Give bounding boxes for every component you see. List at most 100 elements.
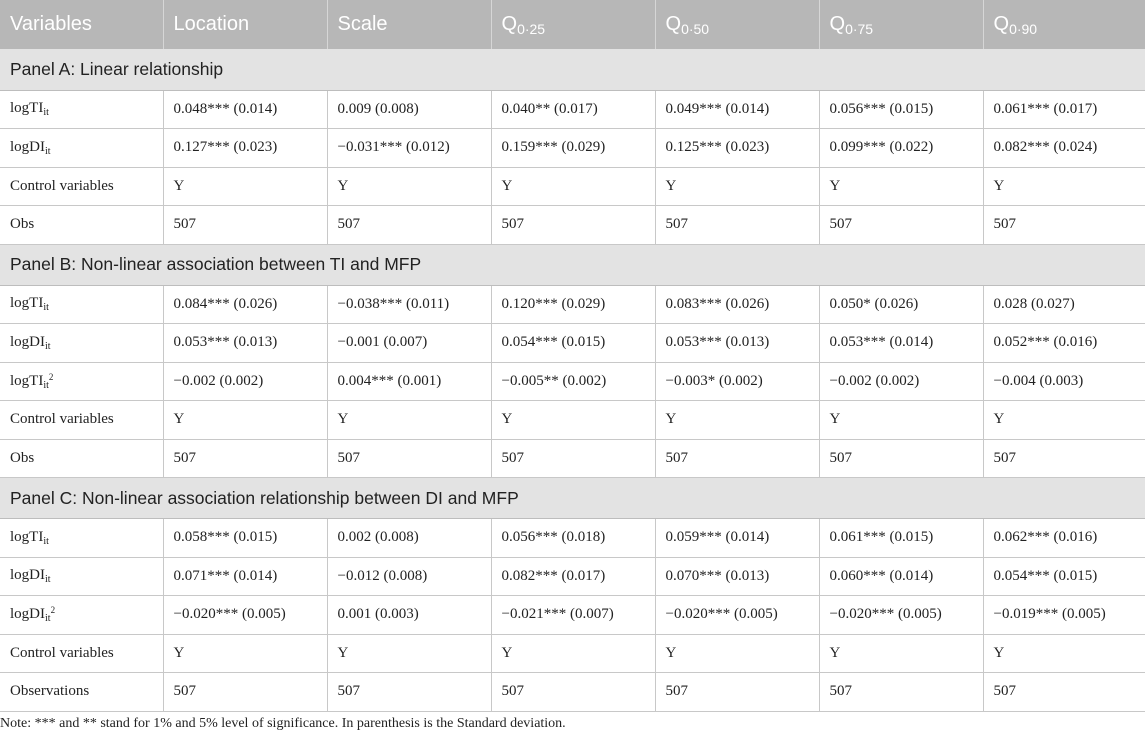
table-cell: 507 — [163, 205, 328, 245]
row-label-logti-squared: logTIit2 — [0, 362, 164, 401]
table-cell: Y — [327, 634, 492, 673]
table-cell: 0.125*** (0.023) — [655, 128, 820, 168]
table-cell: −0.004 (0.003) — [983, 362, 1145, 401]
table-cell: 507 — [327, 439, 492, 478]
row-label-obs: Obs — [0, 439, 164, 478]
q-subscript: 0·50 — [681, 20, 710, 37]
table-cell: Y — [655, 400, 820, 440]
table-cell: 507 — [983, 205, 1145, 245]
table-cell: −0.038*** (0.011) — [327, 285, 492, 324]
table-row-obs: Obs 507 507 507 507 507 507 — [0, 439, 1145, 478]
table-cell: 0.084*** (0.026) — [163, 285, 328, 324]
table-cell: 507 — [327, 205, 492, 245]
q-label: Q — [501, 12, 518, 35]
row-label-logdi: logDIit — [0, 128, 164, 168]
table-cell: 507 — [819, 439, 984, 478]
col-header-q50: Q0·50 — [655, 0, 820, 49]
row-label-logti: logTIit — [0, 285, 164, 324]
table-cell: 507 — [491, 205, 656, 245]
table-cell: Y — [819, 400, 984, 440]
table-cell: 0.048*** (0.014) — [163, 90, 328, 129]
header-row: Variables Location Scale Q0·25 Q0·50 Q0·… — [0, 0, 1145, 49]
table-cell: 0.082*** (0.024) — [983, 128, 1145, 168]
row-label-logti: logTIit — [0, 90, 164, 129]
table-row-logti: logTIit 0.084*** (0.026) −0.038*** (0.01… — [0, 285, 1145, 324]
table-cell: 0.099*** (0.022) — [819, 128, 984, 168]
results-table: Variables Location Scale Q0·25 Q0·50 Q0·… — [0, 0, 1145, 712]
col-header-variables: Variables — [0, 0, 164, 49]
col-header-scale: Scale — [327, 0, 492, 49]
table-cell: 0.050* (0.026) — [819, 285, 984, 324]
table-cell: 0.009 (0.008) — [327, 90, 492, 129]
col-header-q90: Q0·90 — [983, 0, 1145, 49]
q-subscript: 0·75 — [845, 20, 874, 37]
table-cell: 507 — [655, 672, 820, 712]
col-header-q75: Q0·75 — [819, 0, 984, 49]
table-cell: −0.012 (0.008) — [327, 557, 492, 596]
q-label: Q — [829, 12, 846, 35]
table-cell: 0.127*** (0.023) — [163, 128, 328, 168]
table-row-control: Control variables Y Y Y Y Y Y — [0, 634, 1145, 673]
table-cell: −0.020*** (0.005) — [163, 595, 328, 635]
row-label-logdi-squared: logDIit2 — [0, 595, 164, 635]
panel-title: Panel B: Non-linear association between … — [0, 244, 1145, 286]
table-row-logti: logTIit 0.048*** (0.014) 0.009 (0.008) 0… — [0, 90, 1145, 129]
table-cell: 0.052*** (0.016) — [983, 323, 1145, 363]
table-cell: −0.002 (0.002) — [163, 362, 328, 401]
row-label-logti: logTIit — [0, 518, 164, 558]
table-cell: 0.001 (0.003) — [327, 595, 492, 635]
row-label-logdi: logDIit — [0, 557, 164, 596]
table-cell: 507 — [983, 439, 1145, 478]
table-cell: Y — [983, 167, 1145, 206]
row-label-control: Control variables — [0, 634, 164, 673]
table-cell: 0.082*** (0.017) — [491, 557, 656, 596]
table-note: Note: *** and ** stand for 1% and 5% lev… — [0, 716, 566, 731]
table-cell: 507 — [983, 672, 1145, 712]
panel-title: Panel A: Linear relationship — [0, 49, 1145, 91]
table-cell: 0.058*** (0.015) — [163, 518, 328, 558]
table-cell: 0.053*** (0.013) — [655, 323, 820, 363]
table-cell: Y — [983, 634, 1145, 673]
table-cell: −0.019*** (0.005) — [983, 595, 1145, 635]
table-row-logdi: logDIit 0.071*** (0.014) −0.012 (0.008) … — [0, 557, 1145, 596]
table-row-logdi: logDIit 0.053*** (0.013) −0.001 (0.007) … — [0, 323, 1145, 363]
table-cell: 0.062*** (0.016) — [983, 518, 1145, 558]
row-label-control: Control variables — [0, 400, 164, 440]
table-cell: 0.002 (0.008) — [327, 518, 492, 558]
table-cell: 0.071*** (0.014) — [163, 557, 328, 596]
table-cell: 0.159*** (0.029) — [491, 128, 656, 168]
table-cell: −0.003* (0.002) — [655, 362, 820, 401]
table-row-observations: Observations 507 507 507 507 507 507 — [0, 672, 1145, 712]
table-row-logdi: logDIit 0.127*** (0.023) −0.031*** (0.01… — [0, 128, 1145, 168]
row-label-logdi: logDIit — [0, 323, 164, 363]
table-cell: Y — [819, 634, 984, 673]
table-cell: Y — [327, 400, 492, 440]
table-cell: 0.120*** (0.029) — [491, 285, 656, 324]
table-cell: 0.049*** (0.014) — [655, 90, 820, 129]
table-cell: −0.031*** (0.012) — [327, 128, 492, 168]
table-cell: 0.056*** (0.018) — [491, 518, 656, 558]
table-cell: Y — [491, 634, 656, 673]
table-cell: −0.020*** (0.005) — [819, 595, 984, 635]
table-cell: Y — [655, 167, 820, 206]
q-subscript: 0·90 — [1009, 20, 1038, 37]
table-cell: 0.004*** (0.001) — [327, 362, 492, 401]
table-cell: Y — [163, 400, 328, 440]
table-cell: 0.059*** (0.014) — [655, 518, 820, 558]
table-cell: −0.002 (0.002) — [819, 362, 984, 401]
table-cell: 0.054*** (0.015) — [983, 557, 1145, 596]
table-cell: 0.054*** (0.015) — [491, 323, 656, 363]
table-cell: Y — [983, 400, 1145, 440]
table-cell: −0.001 (0.007) — [327, 323, 492, 363]
table-cell: 0.028 (0.027) — [983, 285, 1145, 324]
panel-a-header: Panel A: Linear relationship — [0, 49, 1145, 91]
table-cell: 507 — [163, 439, 328, 478]
table-cell: 0.053*** (0.014) — [819, 323, 984, 363]
row-label-obs: Obs — [0, 205, 164, 245]
table-cell: 507 — [163, 672, 328, 712]
table-cell: 0.061*** (0.017) — [983, 90, 1145, 129]
table-cell: 0.056*** (0.015) — [819, 90, 984, 129]
table-cell: 0.061*** (0.015) — [819, 518, 984, 558]
table-cell: 507 — [819, 672, 984, 712]
table-cell: Y — [327, 167, 492, 206]
